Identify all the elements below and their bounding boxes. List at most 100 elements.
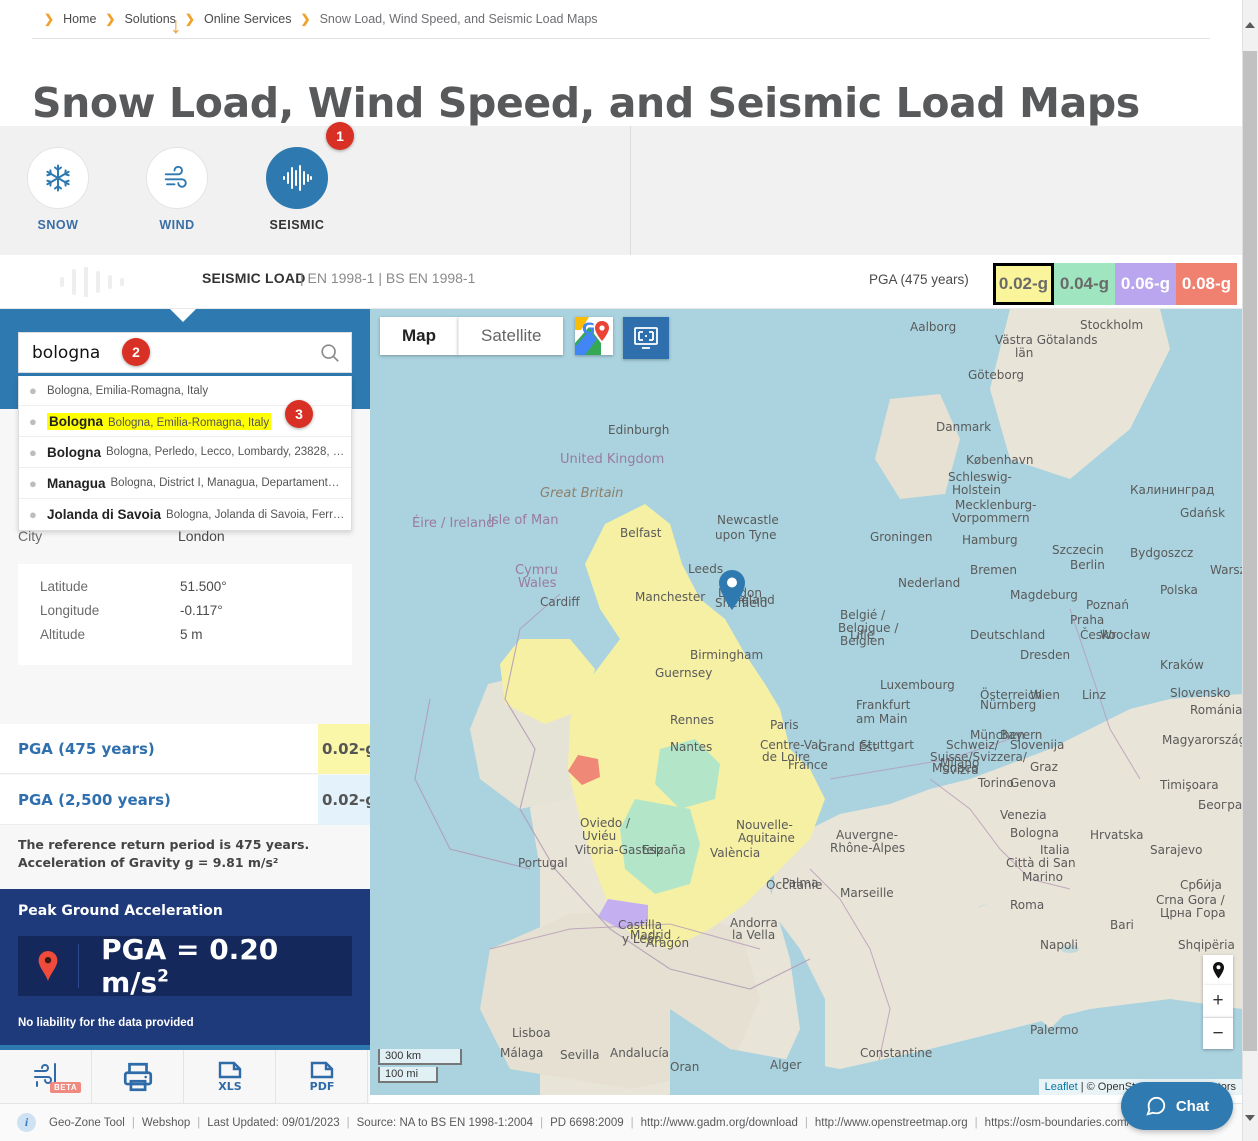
map-pin-icon: ● [29,444,37,460]
latitude-value: 51.500° [180,579,227,594]
page-scrollbar[interactable] [1242,0,1258,1141]
footer-bar: i Geo-Zone Tool | Webshop | Last Updated: 09… [0,1103,1242,1141]
footer-item-7[interactable]: https://osm-boundaries.com/ [985,1117,1130,1129]
scale-km: 300 km [378,1049,462,1065]
chevron-right-icon: ❯ [44,12,55,26]
search-box[interactable] [18,332,352,373]
result-value: 0.02-g [318,724,370,774]
result-detail: Bologna, Jolanda di Savoia, Ferr… [166,508,345,521]
legend: 0.02-g 0.04-g 0.06-g 0.08-g [993,263,1237,305]
pga-value: PGA = 0.20 m/s2 [101,933,279,999]
scroll-down-arrow-icon[interactable] [1245,1115,1255,1121]
chat-button[interactable]: Chat [1121,1082,1233,1130]
map-scale: 300 km 100 mi [378,1049,462,1083]
reference-note: The reference return period is 475 years… [18,836,309,872]
map-type-toggle: Map Satellite G [380,317,670,359]
longitude-value: -0.117° [180,603,223,618]
locate-pin-button[interactable] [1203,955,1233,985]
page-title: Snow Load, Wind Speed, and Seismic Load … [32,79,1140,128]
result-detail: Bologna, Emilia-Romagna, Italy [47,384,209,397]
footer-item-4: PD 6698:2009 [550,1116,624,1129]
app-page: ❯ Home ❯ Solutions ❯ Online Services ❯ S… [0,0,1258,1141]
printer-icon [123,1062,152,1091]
scale-mi: 100 mi [378,1067,438,1083]
note-line-1: The reference return period is 475 years… [18,837,310,852]
panel-notch [170,309,196,322]
list-item[interactable]: ● Jolanda di Savoia Bologna, Jolanda di … [19,499,351,530]
sub-header-meta: | EN 1998-1 | BS EN 1998-1 [300,270,476,286]
location-marker-icon [18,944,80,988]
result-detail: Bologna, Perledo, Lecco, Lombardy, 23828… [106,446,345,458]
footer-item-5[interactable]: http://www.gadm.org/download [641,1117,798,1129]
scroll-up-arrow-icon[interactable] [1245,22,1255,28]
map-canvas[interactable]: Map Satellite G Edinburgh Newcastle upon… [370,309,1242,1095]
fullscreen-icon[interactable] [623,317,670,359]
altitude-value: 5 m [180,627,203,642]
search-input[interactable] [19,341,309,364]
chat-bubble-icon [1146,1096,1165,1116]
result-row-pga-2500: PGA (2,500 years) 0.02-g [0,775,370,825]
google-maps-icon[interactable]: G [575,317,614,355]
list-item[interactable]: ● Managua Bologna, District I, Managua, … [19,468,351,499]
sub-header-title: SEISMIC LOAD [202,270,306,286]
result-name: Bologna [47,444,101,460]
longitude-label: Longitude [40,603,100,618]
chevron-right-icon: ❯ [300,12,311,26]
breadcrumb-item-current: Snow Load, Wind Speed, and Seismic Load … [319,12,598,26]
export-button-print[interactable] [92,1050,184,1103]
breadcrumb-item-solutions[interactable]: Solutions [124,12,175,26]
footer-item-0[interactable]: Geo-Zone Tool [49,1117,125,1129]
export-button-pdf[interactable]: PDF [276,1050,368,1103]
annotation-badge-1: 1 [326,122,354,150]
map-pin-icon: ● [29,507,37,522]
breadcrumb-divider [32,38,1210,39]
wind-icon [146,147,208,209]
footer-item-1[interactable]: Webshop [142,1117,190,1129]
export-button-xls[interactable]: XLS [184,1050,276,1103]
footer-item-6[interactable]: http://www.openstreetmap.org [815,1117,968,1129]
result-highlighted: Bologna Bologna, Emilia-Romagna, Italy [47,412,272,430]
legend-swatch-0[interactable]: 0.02-g [993,263,1054,305]
map-pin-icon: ● [29,475,37,491]
mode-label-seismic: SEISMIC [269,218,325,232]
legend-swatch-3[interactable]: 0.08-g [1176,263,1237,305]
search-results-list: ● Bologna, Emilia-Romagna, Italy ● Bolog… [18,376,352,531]
snowflake-icon [27,147,89,209]
xls-file-icon: XLS [218,1061,241,1093]
annotation-badge-2: 2 [122,338,150,366]
map-pin-icon: ● [29,383,37,398]
pdf-file-icon: PDF [309,1061,334,1093]
footer-item-2: Last Updated: 09/01/2023 [207,1116,340,1129]
result-detail: Bologna, District I, Managua, Departamen… [110,477,340,489]
list-item[interactable]: ● Bologna Bologna, Perledo, Lecco, Lomba… [19,437,351,468]
mode-button-seismic[interactable]: SEISMIC [242,147,352,232]
legend-swatch-1[interactable]: 0.04-g [1054,263,1115,305]
tab-map[interactable]: Map [380,317,458,355]
tab-satellite[interactable]: Satellite [458,317,564,355]
table-row: Latitude 51.500° [18,564,352,594]
latitude-label: Latitude [40,579,89,594]
beta-badge: BETA [50,1082,82,1093]
zoom-in-button[interactable]: + [1203,985,1233,1017]
selector-band: SNOW WIND SEISMIC PGA ( [0,126,1242,373]
result-value: 0.02-g [318,775,370,825]
search-icon[interactable] [309,342,351,364]
pga-value-box: PGA = 0.20 m/s2 [18,933,352,999]
mode-label-wind: WIND [159,218,195,232]
mode-button-wind[interactable]: WIND [122,147,232,232]
note-line-2: Acceleration of Gravity g = 9.81 m/s² [18,855,279,870]
breadcrumb-item-home[interactable]: Home [63,12,96,26]
export-button-wind-meter[interactable]: BETA [0,1050,92,1103]
leaflet-link[interactable]: Leaflet [1045,1081,1078,1093]
coordinates-box: Latitude 51.500° Longitude -0.117° Altit… [18,564,352,665]
scrollbar-thumb[interactable] [1243,51,1257,1051]
legend-swatch-2[interactable]: 0.06-g [1115,263,1176,305]
map-location-marker[interactable] [717,569,747,616]
breadcrumb-item-online-services[interactable]: Online Services [204,12,292,26]
zoom-out-button[interactable]: − [1203,1017,1233,1049]
svg-text:PDF: PDF [309,1080,334,1093]
table-row: Longitude -0.117° [18,594,352,618]
chat-label: Chat [1175,1097,1210,1115]
info-icon[interactable]: i [17,1113,36,1132]
mode-button-snow[interactable]: SNOW [3,147,113,232]
